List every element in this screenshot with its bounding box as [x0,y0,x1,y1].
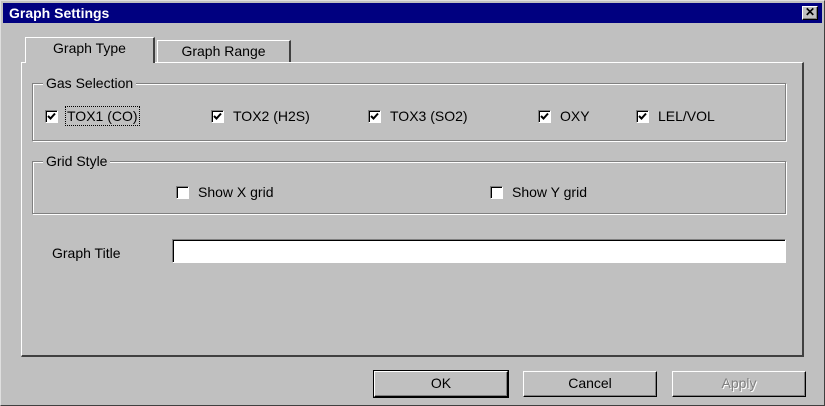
checkbox-show-y-grid-label: Show Y grid [512,184,587,200]
checkbox-tox1[interactable]: TOX1 (CO) [45,106,140,126]
checkbox-tox2[interactable]: TOX2 (H2S) [211,108,310,124]
cancel-button-label: Cancel [568,375,612,391]
checkbox-tox1-label: TOX1 (CO) [65,106,140,126]
checkbox-oxy-box[interactable] [538,109,551,123]
ok-button[interactable]: OK [373,370,509,398]
close-icon: ✕ [804,5,816,19]
checkbox-tox3-box[interactable] [368,109,381,123]
apply-button[interactable]: Apply [672,371,806,397]
gas-selection-legend: Gas Selection [43,75,137,91]
checkbox-lel-vol-label: LEL/VOL [658,108,715,124]
checkmark-icon [370,112,379,120]
checkmark-icon [638,112,647,120]
checkbox-lel-vol-box[interactable] [636,109,649,123]
checkbox-show-y-grid-box[interactable] [490,185,503,199]
ok-button-label: OK [430,375,452,391]
cancel-button[interactable]: Cancel [523,371,657,397]
graph-type-panel: Gas Selection TOX1 (CO) TOX2 (H2S) TOX3 … [21,62,804,357]
graph-title-label: Graph Title [52,245,121,261]
checkbox-show-x-grid-label: Show X grid [198,184,274,200]
graph-settings-dialog: Graph Settings ✕ Graph Type Graph Range … [0,0,825,406]
graph-title-input[interactable] [172,239,786,263]
tab-graph-range[interactable]: Graph Range [157,40,291,62]
checkmark-icon [213,112,222,120]
apply-button-label: Apply [721,375,757,391]
checkbox-oxy-label: OXY [560,108,590,124]
checkbox-tox2-box[interactable] [211,109,224,123]
checkbox-show-x-grid[interactable]: Show X grid [176,184,273,200]
close-button[interactable]: ✕ [802,6,818,20]
checkbox-tox1-box[interactable] [45,109,58,123]
tab-graph-range-label: Graph Range [181,43,266,59]
window-title: Graph Settings [9,5,110,21]
checkbox-oxy[interactable]: OXY [538,108,590,124]
title-bar[interactable]: Graph Settings ✕ [3,3,822,23]
tab-graph-type-label: Graph Type [53,40,126,56]
tab-graph-type[interactable]: Graph Type [25,37,155,63]
checkmark-icon [540,112,549,120]
gas-selection-group: Gas Selection TOX1 (CO) TOX2 (H2S) TOX3 … [32,75,786,141]
checkbox-tox2-label: TOX2 (H2S) [233,108,310,124]
checkbox-tox3-label: TOX3 (SO2) [390,108,468,124]
checkbox-lel-vol[interactable]: LEL/VOL [636,108,715,124]
checkbox-show-x-grid-box[interactable] [176,185,189,199]
grid-style-legend: Grid Style [43,153,111,169]
checkbox-tox3[interactable]: TOX3 (SO2) [368,108,468,124]
checkbox-show-y-grid[interactable]: Show Y grid [490,184,587,200]
grid-style-group: Grid Style Show X grid Show Y grid [32,153,786,214]
checkmark-icon [47,112,56,120]
